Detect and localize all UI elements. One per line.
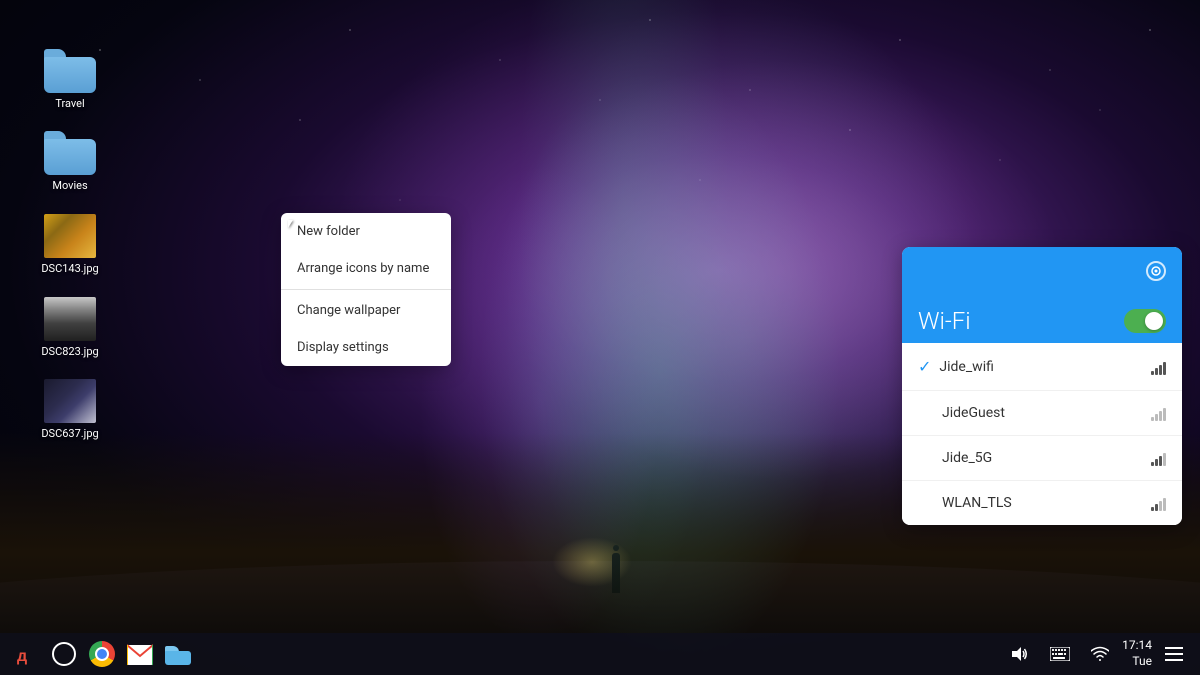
icon-label-movies: Movies bbox=[52, 179, 87, 192]
desktop-icon-dsc143[interactable]: DSC143.jpg bbox=[30, 210, 110, 279]
person-silhouette bbox=[612, 553, 620, 593]
menu-item-new-folder[interactable]: New folder bbox=[281, 213, 451, 250]
signal-bar-2 bbox=[1155, 459, 1158, 466]
jide-logo-button[interactable]: д bbox=[8, 636, 44, 672]
signal-bar-3 bbox=[1159, 365, 1162, 375]
desktop-icon-movies[interactable]: Movies bbox=[30, 127, 110, 196]
chrome-button[interactable] bbox=[84, 636, 120, 672]
keyboard-icon bbox=[1050, 647, 1070, 661]
time-display: 17:14 bbox=[1122, 638, 1152, 654]
wifi-network-name-jide-5g: Jide_5G bbox=[942, 450, 1151, 466]
desktop-icon-dsc823[interactable]: DSC823.jpg bbox=[30, 293, 110, 362]
light-beam bbox=[552, 537, 632, 587]
files-icon bbox=[165, 643, 191, 665]
wifi-signal-jide-guest bbox=[1151, 405, 1166, 421]
wifi-network-list: ✓ Jide_wifi JideGuest bbox=[902, 343, 1182, 525]
wifi-title: Wi-Fi bbox=[918, 307, 971, 335]
folder-icon-movies bbox=[44, 131, 96, 175]
wifi-toggle[interactable] bbox=[1124, 309, 1166, 333]
wifi-check-icon: ✓ bbox=[918, 357, 931, 376]
wifi-taskbar-button[interactable] bbox=[1082, 636, 1118, 672]
wifi-settings-icon[interactable] bbox=[1146, 261, 1166, 281]
desktop-icon-travel[interactable]: Travel bbox=[30, 45, 110, 114]
desktop: Travel Movies DSC143.jpg DSC823.jpg DSC6… bbox=[0, 0, 1200, 675]
wifi-network-jide-5g[interactable]: Jide_5G bbox=[902, 436, 1182, 481]
icon-label-dsc143: DSC143.jpg bbox=[41, 262, 98, 275]
wifi-signal-jide-5g bbox=[1151, 450, 1166, 466]
desktop-icon-dsc637[interactable]: DSC637.jpg bbox=[30, 375, 110, 444]
gmail-button[interactable] bbox=[122, 636, 158, 672]
wifi-network-name-wlan-tls: WLAN_TLS bbox=[942, 495, 1151, 511]
menu-item-change-wallpaper[interactable]: Change wallpaper bbox=[281, 292, 451, 329]
wifi-network-name-jide-guest: JideGuest bbox=[942, 405, 1151, 421]
volume-icon bbox=[1011, 645, 1029, 663]
remix-os-button[interactable] bbox=[46, 636, 82, 672]
remix-os-icon bbox=[52, 642, 76, 666]
wifi-network-name-jide-wifi: Jide_wifi bbox=[939, 359, 1151, 375]
icon-label-travel: Travel bbox=[55, 97, 84, 110]
folder-icon-travel bbox=[44, 49, 96, 93]
signal-bar-1 bbox=[1151, 417, 1154, 421]
signal-bar-1 bbox=[1151, 462, 1154, 466]
signal-bar-4 bbox=[1163, 453, 1166, 466]
taskbar-apps: д bbox=[8, 636, 196, 672]
wifi-network-jide-guest[interactable]: JideGuest bbox=[902, 391, 1182, 436]
wifi-panel: Wi-Fi ✓ Jide_wifi JideGuest bbox=[902, 247, 1182, 525]
keyboard-button[interactable] bbox=[1042, 636, 1078, 672]
thumb-dsc823 bbox=[44, 297, 96, 341]
signal-bar-1 bbox=[1151, 371, 1154, 375]
chrome-icon bbox=[89, 641, 115, 667]
volume-button[interactable] bbox=[1002, 636, 1038, 672]
day-display: Tue bbox=[1122, 654, 1152, 670]
signal-bar-3 bbox=[1159, 501, 1162, 511]
files-button[interactable] bbox=[160, 636, 196, 672]
signal-bar-4 bbox=[1163, 362, 1166, 375]
taskbar-time: 17:14 Tue bbox=[1122, 638, 1152, 669]
icon-label-dsc637: DSC637.jpg bbox=[41, 427, 98, 440]
wifi-signal-wlan-tls bbox=[1151, 495, 1166, 511]
signal-bar-4 bbox=[1163, 408, 1166, 421]
signal-bar-4 bbox=[1163, 498, 1166, 511]
signal-bar-3 bbox=[1159, 411, 1162, 421]
menu-divider-1 bbox=[281, 289, 451, 290]
wifi-signal-jide-wifi bbox=[1151, 359, 1166, 375]
hamburger-icon bbox=[1165, 647, 1183, 661]
signal-bar-2 bbox=[1155, 414, 1158, 421]
gmail-icon bbox=[127, 643, 153, 665]
taskbar-system: 17:14 Tue bbox=[1002, 636, 1192, 672]
thumb-dsc143 bbox=[44, 214, 96, 258]
wifi-panel-header bbox=[902, 247, 1182, 295]
wifi-network-jide-wifi[interactable]: ✓ Jide_wifi bbox=[902, 343, 1182, 391]
signal-bar-2 bbox=[1155, 368, 1158, 375]
svg-text:д: д bbox=[17, 648, 27, 665]
context-menu: New folder Arrange icons by name Change … bbox=[281, 213, 451, 366]
menu-item-display-settings[interactable]: Display settings bbox=[281, 329, 451, 366]
thumb-dsc637 bbox=[44, 379, 96, 423]
wifi-taskbar-icon bbox=[1091, 646, 1109, 662]
icon-label-dsc823: DSC823.jpg bbox=[41, 345, 98, 358]
menu-item-arrange-icons[interactable]: Arrange icons by name bbox=[281, 250, 451, 287]
signal-bar-1 bbox=[1151, 507, 1154, 511]
taskbar: д bbox=[0, 633, 1200, 675]
wifi-network-wlan-tls[interactable]: WLAN_TLS bbox=[902, 481, 1182, 525]
mouse-cursor bbox=[288, 220, 296, 228]
signal-bar-2 bbox=[1155, 504, 1158, 511]
wifi-title-row: Wi-Fi bbox=[902, 295, 1182, 343]
taskbar-menu-button[interactable] bbox=[1156, 636, 1192, 672]
signal-bar-3 bbox=[1159, 456, 1162, 466]
